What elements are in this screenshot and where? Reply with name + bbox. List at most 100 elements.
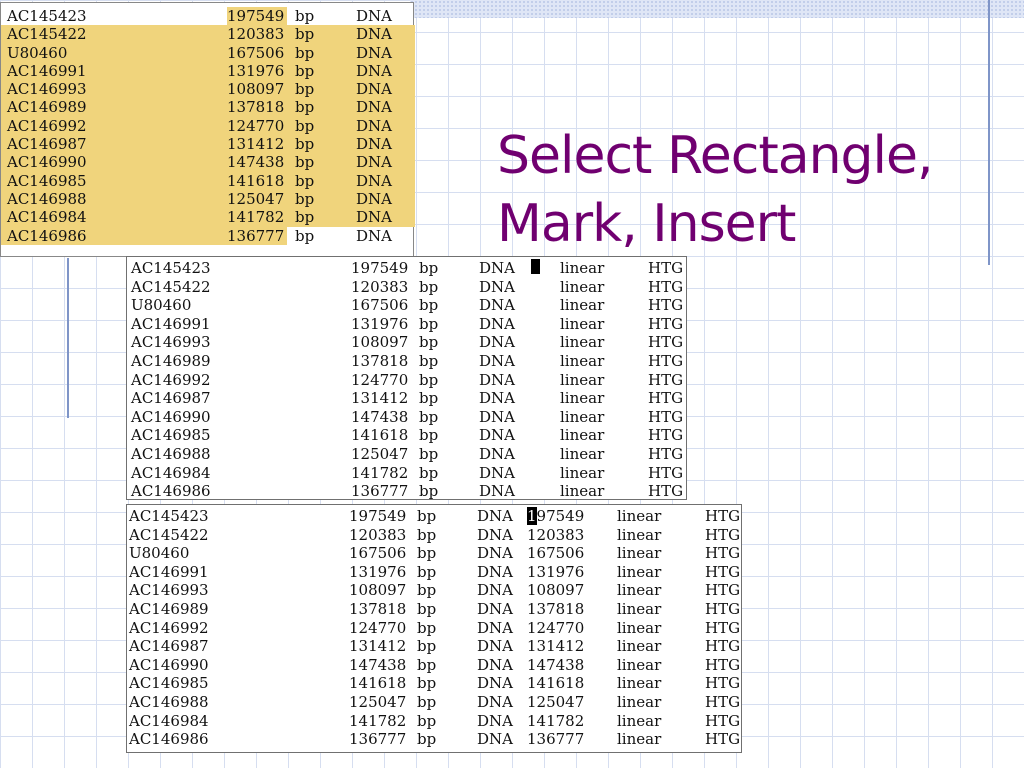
inserted-length: 131412 <box>527 637 585 656</box>
molecule-type: DNA <box>356 98 392 117</box>
sequence-row[interactable]: AC146987 131412 bp DNA linear HTG <box>127 389 686 408</box>
sequence-length: 120383 <box>227 25 285 44</box>
sequence-length: 124770 <box>351 370 409 389</box>
sequence-length: 137818 <box>351 351 409 370</box>
length-unit: bp <box>417 674 437 693</box>
length-unit: bp <box>419 482 439 501</box>
molecule-type: DNA <box>479 351 515 370</box>
accession-id: AC146988 <box>129 692 209 711</box>
sequence-row[interactable]: AC146992 124770 bp DNA <box>1 116 415 136</box>
sequence-row[interactable]: AC146985 141618 bp DNA linear HTG <box>127 426 686 445</box>
sequence-row[interactable]: AC145422 120383 bp DNA linear HTG <box>127 278 686 297</box>
molecule-type: DNA <box>356 171 392 190</box>
sequence-row[interactable]: U80460 167506 bp DNA 167506 linear HTG <box>127 544 741 563</box>
accession-id: AC146992 <box>129 618 209 637</box>
length-unit: bp <box>295 189 315 208</box>
sequence-row[interactable]: AC146991 131976 bp DNA linear HTG <box>127 315 686 334</box>
sequence-length: 108097 <box>349 581 407 600</box>
sequence-row[interactable]: AC146993 108097 bp DNA 108097 linear HTG <box>127 581 741 600</box>
sequence-row[interactable]: AC146992 124770 bp DNA 124770 linear HTG <box>127 619 741 638</box>
sequence-row[interactable]: AC146990 147438 bp DNA linear HTG <box>127 408 686 427</box>
slide-rule-left <box>67 258 69 418</box>
sequence-length: 125047 <box>227 189 285 208</box>
molecule-type: DNA <box>356 226 392 245</box>
division: HTG <box>648 407 684 426</box>
division: HTG <box>648 296 684 315</box>
division: HTG <box>648 444 684 463</box>
sequence-row[interactable]: U80460 167506 bp DNA linear HTG <box>127 296 686 315</box>
accession-id: AC145423 <box>7 7 87 25</box>
accession-id: AC146989 <box>131 351 211 370</box>
molecule-type: DNA <box>356 61 392 80</box>
molecule-type: DNA <box>356 189 392 208</box>
topology: linear <box>560 444 605 463</box>
sequence-row[interactable]: AC145422 120383 bp DNA 120383 linear HTG <box>127 526 741 545</box>
editor-panel-insert[interactable]: AC145423 197549 bp DNA 197549 linear HTG AC1454… <box>126 504 742 753</box>
accession-id: AC146985 <box>131 426 211 445</box>
length-unit: bp <box>295 135 315 154</box>
length-unit: bp <box>419 407 439 426</box>
division: HTG <box>705 525 741 544</box>
editor-panel-selection[interactable]: AC145423 197549 bp DNA AC145422 120383 bp DNA U8… <box>0 2 415 257</box>
division: HTG <box>705 711 741 730</box>
sequence-length: 131412 <box>349 637 407 656</box>
sequence-row[interactable]: AC146990 147438 bp DNA 147438 linear HTG <box>127 656 741 675</box>
sequence-row[interactable]: AC146989 137818 bp DNA linear HTG <box>127 352 686 371</box>
sequence-row[interactable]: AC146988 125047 bp DNA <box>1 189 415 209</box>
molecule-type: DNA <box>477 562 513 581</box>
sequence-row[interactable]: AC146986 136777 bp DNA 136777 linear HTG <box>127 730 741 749</box>
sequence-length: 136777 <box>227 226 285 245</box>
length-unit: bp <box>417 618 437 637</box>
sequence-row[interactable]: AC146991 131976 bp DNA <box>1 61 415 81</box>
sequence-row[interactable]: AC146986 136777 bp DNA linear HTG <box>127 482 686 501</box>
sequence-row[interactable]: AC146984 141782 bp DNA linear HTG <box>127 464 686 483</box>
sequence-row[interactable]: AC146992 124770 bp DNA linear HTG <box>127 371 686 390</box>
sequence-length: 137818 <box>227 98 285 117</box>
inserted-length: 147438 <box>527 655 585 674</box>
sequence-row[interactable]: AC146991 131976 bp DNA 131976 linear HTG <box>127 563 741 582</box>
topology: linear <box>560 426 605 445</box>
accession-id: U80460 <box>129 544 190 563</box>
topology: linear <box>560 314 605 333</box>
sequence-row[interactable]: U80460 167506 bp DNA <box>1 43 415 62</box>
sequence-row[interactable]: AC145422 120383 bp DNA <box>1 25 415 44</box>
topology: linear <box>560 259 605 277</box>
sequence-length: 167506 <box>351 296 409 315</box>
sequence-row[interactable]: AC146986 136777 bp DNA <box>1 226 413 245</box>
sequence-row[interactable]: AC146993 108097 bp DNA linear HTG <box>127 333 686 352</box>
sequence-row[interactable]: AC146993 108097 bp DNA <box>1 80 415 99</box>
accession-id: AC146984 <box>129 711 209 730</box>
sequence-row[interactable]: AC146985 141618 bp DNA 141618 linear HTG <box>127 674 741 693</box>
sequence-length: 197549 <box>349 507 407 525</box>
sequence-row[interactable]: AC146985 141618 bp DNA <box>1 171 415 190</box>
sequence-row[interactable]: AC146988 125047 bp DNA 125047 linear HTG <box>127 693 741 712</box>
length-unit: bp <box>419 296 439 315</box>
sequence-length: 141618 <box>227 171 285 190</box>
division: HTG <box>705 599 741 618</box>
sequence-row[interactable]: AC146987 131412 bp DNA <box>1 135 415 154</box>
division: HTG <box>648 333 684 352</box>
sequence-row[interactable]: AC146984 141782 bp DNA 141782 linear HTG <box>127 712 741 731</box>
topology: linear <box>560 407 605 426</box>
sequence-length: 108097 <box>351 333 409 352</box>
sequence-row[interactable]: AC146989 137818 bp DNA 137818 linear HTG <box>127 600 741 619</box>
editor-panel-mark[interactable]: AC145423 197549 bp DNA linear HTG AC145422 1203… <box>126 256 687 500</box>
slide-top-band <box>410 0 1024 18</box>
division: HTG <box>705 730 741 749</box>
accession-id: AC146986 <box>7 226 87 245</box>
molecule-type: DNA <box>479 463 515 482</box>
sequence-row[interactable]: AC146987 131412 bp DNA 131412 linear HTG <box>127 637 741 656</box>
molecule-type: DNA <box>479 444 515 463</box>
sequence-row[interactable]: AC146988 125047 bp DNA linear HTG <box>127 445 686 464</box>
accession-id: AC146991 <box>129 562 209 581</box>
division: HTG <box>648 389 684 408</box>
sequence-row[interactable]: AC145423 197549 bp DNA <box>1 7 413 26</box>
sequence-row[interactable]: AC146989 137818 bp DNA <box>1 98 415 117</box>
sequence-row[interactable]: AC146984 141782 bp DNA <box>1 208 415 227</box>
sequence-row[interactable]: AC145423 197549 bp DNA 197549 linear HTG <box>127 507 741 526</box>
division: HTG <box>705 507 741 525</box>
sequence-length: 141618 <box>349 674 407 693</box>
sequence-row[interactable]: AC146990 147438 bp DNA <box>1 153 415 172</box>
inserted-length: 131976 <box>527 562 585 581</box>
sequence-row[interactable]: AC145423 197549 bp DNA linear HTG <box>127 259 686 278</box>
